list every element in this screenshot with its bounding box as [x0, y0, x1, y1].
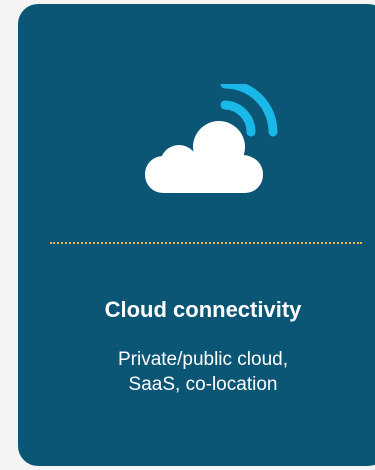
card-description: Private/public cloud, SaaS, co-location [18, 347, 375, 397]
description-line-1: Private/public cloud, [117, 349, 289, 370]
description-line-2: SaaS, co-location [128, 374, 278, 395]
dotted-divider [50, 242, 362, 244]
cloud-wifi-icon [123, 79, 283, 204]
card-title: Cloud connectivity [104, 297, 302, 322]
cloud-connectivity-card: Cloud connectivity Private/public cloud,… [18, 4, 375, 466]
